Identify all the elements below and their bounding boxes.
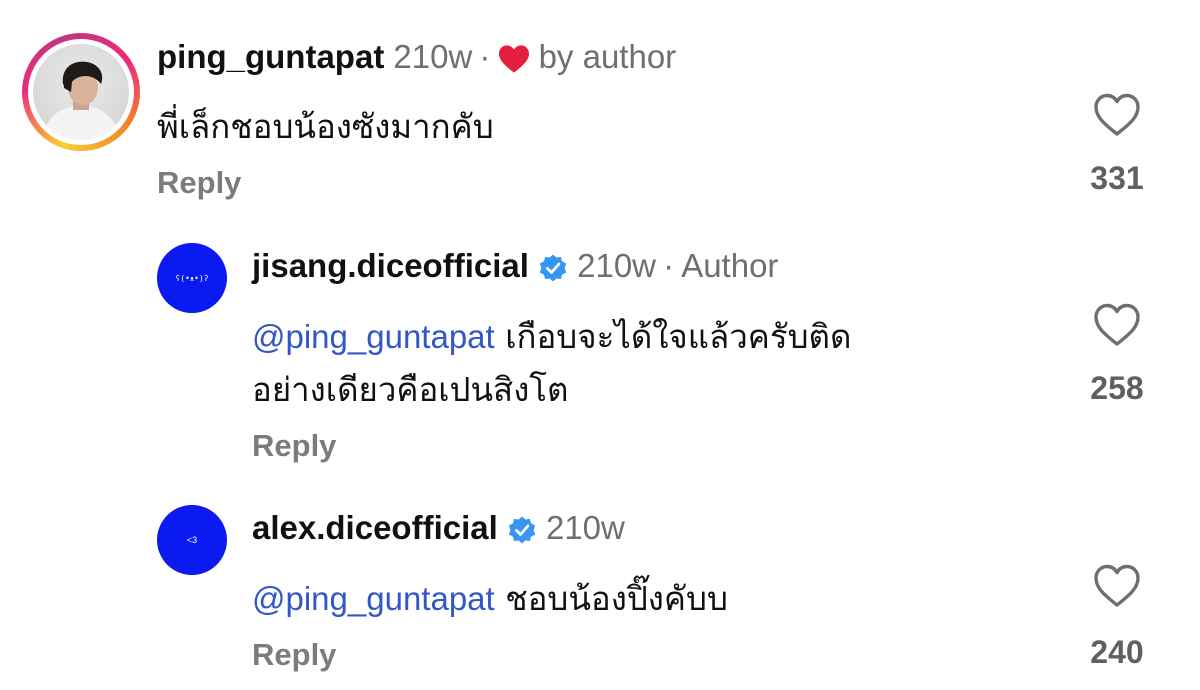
heart-outline-icon — [1094, 303, 1140, 346]
comment-text: พี่เล็กชอบน้องซังมากคับ — [157, 107, 494, 146]
verified-badge-icon — [538, 253, 568, 287]
avatar[interactable]: <3 — [157, 505, 227, 575]
meta-separator: · — [479, 38, 491, 75]
heart-filled-icon — [497, 44, 531, 78]
comment-timestamp: 210w — [393, 38, 473, 75]
like-button[interactable] — [1092, 563, 1142, 609]
comment-username[interactable]: alex.diceofficial — [252, 509, 498, 546]
comments-thread: ping_guntapat 210w · by author พี่เล็กชอ… — [0, 0, 1200, 690]
like-count: 240 — [1090, 634, 1144, 670]
comment-text: เกือบจะได้ใจแล้วครับติด — [505, 317, 852, 356]
comment-username[interactable]: ping_guntapat — [157, 38, 384, 75]
avatar[interactable]: ʕ(•ᴥ•)ʔ — [157, 243, 227, 313]
avatar-story-ring[interactable] — [22, 33, 140, 151]
liked-by-author-label: by author — [538, 38, 677, 75]
heart-outline-icon — [1094, 93, 1140, 136]
verified-badge-icon — [507, 515, 537, 549]
heart-outline-icon — [1094, 564, 1140, 607]
avatar — [33, 44, 129, 140]
like-count: 258 — [1090, 370, 1144, 406]
meta-separator: · — [663, 247, 675, 284]
author-badge: Author — [681, 247, 779, 284]
comment-timestamp: 210w — [577, 247, 656, 284]
comment-text: ชอบน้องปิ๊งคับบ — [505, 579, 728, 618]
comment-username[interactable]: jisang.diceofficial — [252, 247, 529, 284]
comment-timestamp: 210w — [545, 509, 625, 546]
avatar-label: ʕ(•ᴥ•)ʔ — [175, 273, 209, 283]
comment-text-continued: อย่างเดียวคือเปนสิงโต — [252, 370, 569, 409]
mention-link[interactable]: @ping_guntapat — [252, 580, 495, 617]
reply-button[interactable]: Reply — [252, 428, 336, 464]
reply-button[interactable]: Reply — [252, 637, 336, 673]
avatar-label: <3 — [186, 535, 198, 545]
like-count: 331 — [1090, 160, 1144, 196]
like-button[interactable] — [1092, 302, 1142, 348]
like-button[interactable] — [1092, 92, 1142, 138]
mention-link[interactable]: @ping_guntapat — [252, 318, 495, 355]
reply-button[interactable]: Reply — [157, 165, 241, 201]
